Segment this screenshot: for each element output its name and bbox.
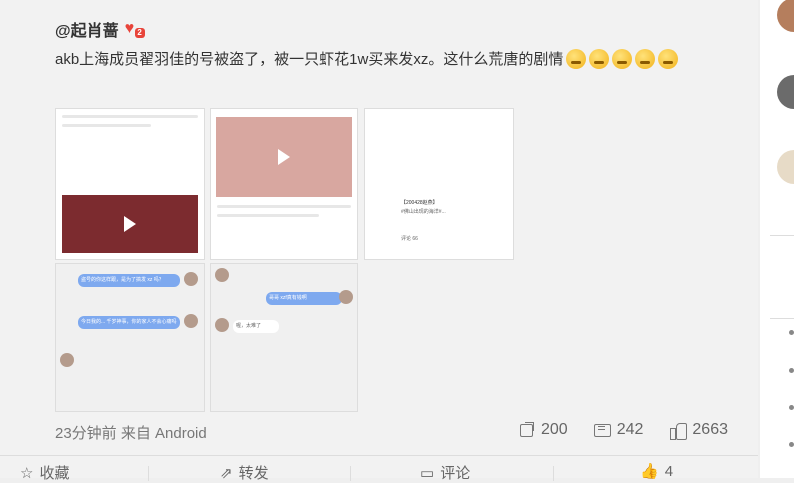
thumbs-up-icon [669, 422, 688, 440]
divider [553, 466, 554, 481]
comment-icon [593, 422, 611, 439]
avatar [215, 268, 229, 282]
screenshot-thumbnail[interactable] [55, 108, 205, 260]
badge-count: 2 [134, 28, 145, 38]
chat-bubble: 今日我的... 千岁神事，你的家人不会心痛吗 [78, 316, 180, 329]
t3-comment-count: 评论 66 [401, 236, 418, 242]
list-bullet-icon [789, 442, 794, 447]
list-bullet-icon [789, 330, 794, 335]
author-name[interactable]: @起肖蔷 [55, 17, 119, 41]
right-sidebar [760, 0, 794, 478]
like-count: 2663 [692, 421, 728, 438]
sidebar-thumbnail[interactable] [777, 150, 794, 184]
text-line [62, 124, 151, 127]
avatar [184, 314, 198, 328]
comment-count: 242 [616, 421, 644, 438]
avatar [215, 318, 229, 332]
emoji-icon [566, 48, 587, 69]
divider [770, 318, 794, 319]
repost-count: 200 [541, 421, 568, 438]
text-line [217, 205, 351, 208]
list-bullet-icon [789, 405, 794, 410]
sidebar-thumbnail[interactable] [777, 75, 794, 109]
action-bar: ☆ 收藏 ⇗ 转发 ▭ 评论 👍 4 [0, 462, 758, 483]
chat-bubble: 哥哥 xzf真有钱啊 [266, 292, 342, 305]
divider [350, 466, 351, 481]
text-line [217, 214, 320, 217]
like-action-count: 4 [664, 462, 674, 480]
comment-label: 评论 [440, 465, 471, 482]
share-icon [518, 421, 535, 439]
divider [148, 466, 149, 481]
post-text-row: akb上海成员翟羽佳的号被盗了，被一只虾花1w买来发xz。这什么荒唐的剧情 [55, 48, 679, 69]
repost-action-button[interactable]: ⇗ 转发 [220, 462, 269, 483]
t3-title: 【200428赵燕】 [401, 200, 438, 206]
emoji-icon [635, 48, 656, 69]
post-meta: 23分钟前 来自 Android [55, 425, 207, 442]
screenshot-thumbnail[interactable] [210, 108, 358, 260]
like-action-button[interactable]: 👍 4 [640, 462, 674, 481]
share-icon: ⇗ [220, 464, 233, 482]
sidebar-thumbnail[interactable] [777, 0, 794, 32]
vip-heart-badge: ♥ 2 [123, 20, 145, 38]
list-bullet-icon [789, 368, 794, 373]
repost-button[interactable]: 200 [518, 421, 568, 439]
video-preview[interactable] [62, 195, 198, 253]
emoji-icon [658, 48, 679, 69]
author-row: @起肖蔷 ♥ 2 [55, 17, 145, 41]
thumbs-up-icon: 👍 [640, 463, 659, 480]
t3-subtitle: #佛山出现的海洋#... [401, 209, 446, 215]
avatar [184, 272, 198, 286]
avatar [60, 353, 74, 367]
text-line [62, 115, 198, 118]
avatar [339, 290, 353, 304]
heart-icon: ♥ [124, 20, 135, 37]
comment-button[interactable]: 242 [593, 421, 644, 439]
play-icon [124, 216, 136, 232]
chat-screenshot-thumbnail[interactable]: 盗号的你这样跟，是为了搞发 xz 吗？ 今日我的... 千岁神事，你的家人不会心… [55, 263, 205, 412]
post-stats: 200 242 2663 [518, 421, 728, 440]
divider [0, 455, 758, 456]
chat-bubble: 喔，太难了 [233, 320, 279, 333]
comment-action-button[interactable]: ▭ 评论 [420, 462, 470, 483]
chat-screenshot-thumbnail[interactable]: 哥哥 xzf真有钱啊 喔，太难了 [210, 263, 358, 412]
star-icon: ☆ [20, 464, 34, 482]
post-text: akb上海成员翟羽佳的号被盗了，被一只虾花1w买来发xz。这什么荒唐的剧情 [55, 51, 564, 68]
weibo-post-card: @起肖蔷 ♥ 2 akb上海成员翟羽佳的号被盗了，被一只虾花1w买来发xz。这什… [0, 0, 758, 483]
divider [770, 235, 794, 236]
emoji-icon [612, 48, 633, 69]
favorite-button[interactable]: ☆ 收藏 [20, 462, 69, 483]
emoji-icon [589, 48, 610, 69]
chat-bubble: 盗号的你这样跟，是为了搞发 xz 吗？ [78, 274, 180, 287]
play-icon [278, 149, 290, 165]
like-button[interactable]: 2663 [669, 421, 728, 440]
video-preview[interactable] [216, 117, 352, 197]
image-grid: 【200428赵燕】 #佛山出现的海洋#... 评论 66 盗号的你这样跟，是为… [55, 108, 515, 412]
favorite-label: 收藏 [39, 465, 70, 482]
screenshot-thumbnail[interactable]: 【200428赵燕】 #佛山出现的海洋#... 评论 66 [364, 108, 514, 260]
repost-label: 转发 [238, 465, 269, 482]
comment-icon: ▭ [420, 464, 435, 482]
